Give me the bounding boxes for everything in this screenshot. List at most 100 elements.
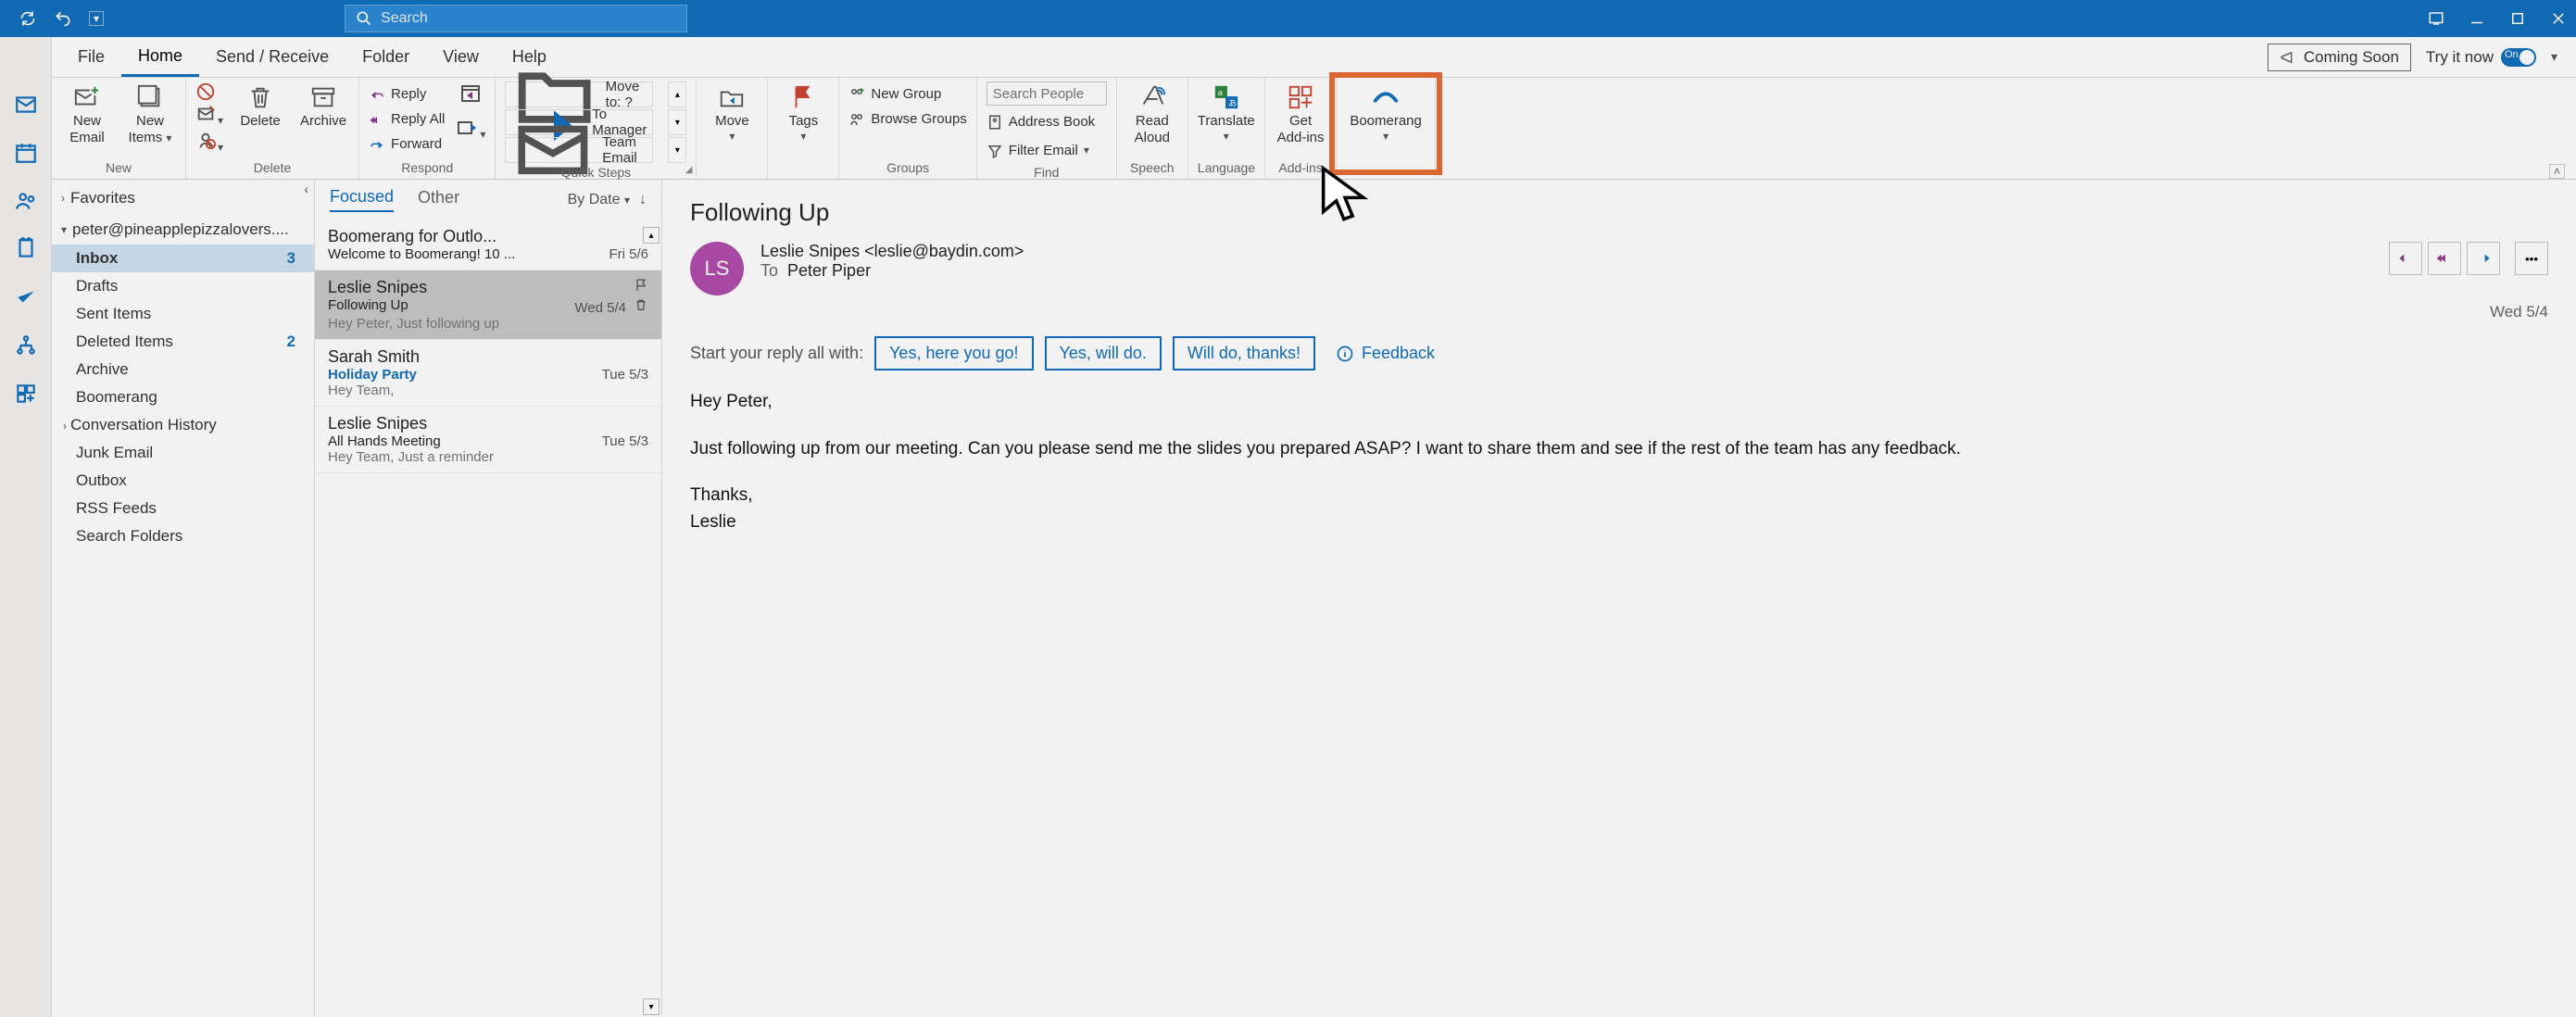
folder-item-outbox[interactable]: Outbox (52, 467, 314, 495)
try-it-now-toggle[interactable]: Try it now On (2426, 48, 2536, 67)
group-find: Address Book Filter Email Find (977, 78, 1117, 179)
address-book-button[interactable]: Address Book (986, 109, 1107, 134)
message-item[interactable]: Leslie SnipesAll Hands MeetingTue 5/3Hey… (315, 407, 661, 473)
org-rail-icon[interactable] (14, 333, 38, 358)
quick-team-email[interactable]: Team Email (505, 137, 653, 163)
notes-rail-icon[interactable] (14, 237, 38, 261)
ignore-icon[interactable] (195, 82, 216, 102)
forward-action-button[interactable] (2467, 242, 2500, 275)
reply-all-action-button[interactable] (2428, 242, 2461, 275)
tab-other[interactable]: Other (418, 188, 459, 211)
folder-item-inbox[interactable]: Inbox3 (52, 245, 314, 272)
archive-button[interactable]: Archive (297, 82, 349, 130)
reply-button[interactable]: Reply (369, 82, 445, 107)
from-line: Leslie Snipes <leslie@baydin.com> (760, 242, 1024, 261)
new-email-button[interactable]: New Email (61, 82, 113, 146)
tab-file[interactable]: File (61, 37, 121, 77)
delete-button[interactable]: Delete (234, 82, 286, 130)
quick-down-icon[interactable]: ▾ (668, 109, 686, 135)
flag-icon[interactable] (634, 278, 648, 293)
folder-item-archive[interactable]: Archive (52, 356, 314, 383)
search-box[interactable] (345, 5, 687, 32)
message-item[interactable]: Leslie SnipesFollowing UpWed 5/4Hey Pete… (315, 270, 661, 340)
reply-all-button[interactable]: Reply All (369, 107, 445, 132)
coming-soon-label: Coming Soon (2304, 48, 2399, 67)
quick-more-icon[interactable]: ▾ (668, 137, 686, 163)
coming-soon-button[interactable]: Coming Soon (2268, 44, 2411, 71)
junk-icon[interactable] (195, 131, 223, 156)
folder-item-junk-email[interactable]: Junk Email (52, 439, 314, 467)
tags-button[interactable]: Tags (777, 82, 829, 143)
cleanup-icon[interactable] (195, 104, 223, 129)
favorites-header[interactable]: › Favorites (52, 180, 314, 215)
message-item[interactable]: Boomerang for Outlo...Welcome to Boomera… (315, 220, 661, 270)
folder-item-sent-items[interactable]: Sent Items (52, 300, 314, 328)
tab-folder[interactable]: Folder (346, 37, 426, 77)
ribbon-collapse-caret[interactable]: ˄ (2549, 164, 2565, 179)
calendar-rail-icon[interactable] (14, 141, 38, 165)
message-list[interactable]: Boomerang for Outlo...Welcome to Boomera… (315, 220, 661, 1017)
avatar: LS (690, 242, 744, 295)
folder-item-conversation-history[interactable]: ›Conversation History (52, 411, 314, 439)
new-items-l2: Items (129, 130, 172, 146)
filter-email-button[interactable]: Filter Email (986, 138, 1107, 163)
tab-view[interactable]: View (426, 37, 496, 77)
people-rail-icon[interactable] (14, 189, 38, 213)
collapse-ribbon-icon[interactable]: ▾ (2551, 49, 2557, 65)
dialog-launcher-icon[interactable]: ◢ (685, 165, 693, 175)
more-action-button[interactable]: ••• (2515, 242, 2548, 275)
more-respond-button[interactable] (456, 116, 485, 143)
folder-pane-collapse-icon[interactable]: ‹ (304, 182, 308, 196)
suggestion-3[interactable]: Will do, thanks! (1173, 336, 1315, 370)
meeting-button[interactable] (459, 82, 482, 108)
read-aloud-button[interactable]: Read Aloud (1126, 82, 1178, 146)
translate-button[interactable]: aあ Translate (1198, 82, 1255, 143)
body-greeting: Hey Peter, (690, 389, 2548, 416)
undo-icon[interactable] (54, 9, 72, 28)
message-item[interactable]: Sarah SmithHoliday PartyTue 5/3Hey Team, (315, 340, 661, 407)
mail-rail-icon[interactable] (14, 93, 38, 117)
favorites-label: Favorites (70, 189, 135, 207)
folder-item-rss-feeds[interactable]: RSS Feeds (52, 495, 314, 522)
folder-item-search-folders[interactable]: Search Folders (52, 522, 314, 550)
sort-by-date[interactable]: By Date (568, 192, 630, 208)
move-button[interactable]: Move (706, 82, 758, 143)
qat-more-icon[interactable]: ▾ (89, 11, 104, 26)
feedback-link[interactable]: Feedback (1336, 344, 1435, 363)
search-people-input[interactable] (986, 82, 1107, 106)
get-addins-button[interactable]: Get Add-ins (1275, 82, 1326, 146)
trash-icon (246, 83, 274, 111)
new-email-l1: New (73, 113, 101, 130)
tasks-rail-icon[interactable] (14, 285, 38, 309)
group-delete-label: Delete (195, 158, 349, 179)
tab-send-receive[interactable]: Send / Receive (199, 37, 346, 77)
addins-rail-icon[interactable] (14, 382, 38, 406)
maximize-icon[interactable] (2509, 10, 2526, 27)
minimize-icon[interactable] (2469, 10, 2485, 27)
sort-direction-icon[interactable]: ↓ (639, 192, 647, 208)
folder-item-deleted-items[interactable]: Deleted Items2 (52, 328, 314, 356)
new-items-button[interactable]: New Items (124, 82, 176, 146)
suggestion-2[interactable]: Yes, will do. (1045, 336, 1162, 370)
toggle-switch[interactable]: On (2501, 48, 2536, 67)
forward-button[interactable]: Forward (369, 132, 445, 157)
tab-focused[interactable]: Focused (330, 187, 394, 212)
suggestion-1[interactable]: Yes, here you go! (874, 336, 1033, 370)
scroll-up-icon[interactable]: ▴ (643, 227, 660, 244)
sync-icon[interactable] (19, 9, 37, 28)
delete-icon[interactable] (634, 297, 648, 312)
search-input[interactable] (381, 10, 677, 27)
account-header[interactable]: peter@pineapplepizzalovers.... (52, 215, 314, 245)
browse-groups-button[interactable]: Browse Groups (848, 107, 966, 132)
new-group-button[interactable]: New Group (848, 82, 966, 107)
tab-home[interactable]: Home (121, 37, 199, 77)
scroll-down-icon[interactable]: ▾ (643, 998, 660, 1015)
close-icon[interactable] (2550, 10, 2567, 27)
reply-action-button[interactable] (2389, 242, 2422, 275)
group-respond: Reply Reply All Forward Respond (359, 78, 496, 179)
folder-item-drafts[interactable]: Drafts (52, 272, 314, 300)
folder-item-boomerang[interactable]: Boomerang (52, 383, 314, 411)
quick-up-icon[interactable]: ▴ (668, 82, 686, 107)
boomerang-button[interactable]: Boomerang (1346, 82, 1426, 143)
ribbon-display-icon[interactable] (2428, 10, 2444, 27)
